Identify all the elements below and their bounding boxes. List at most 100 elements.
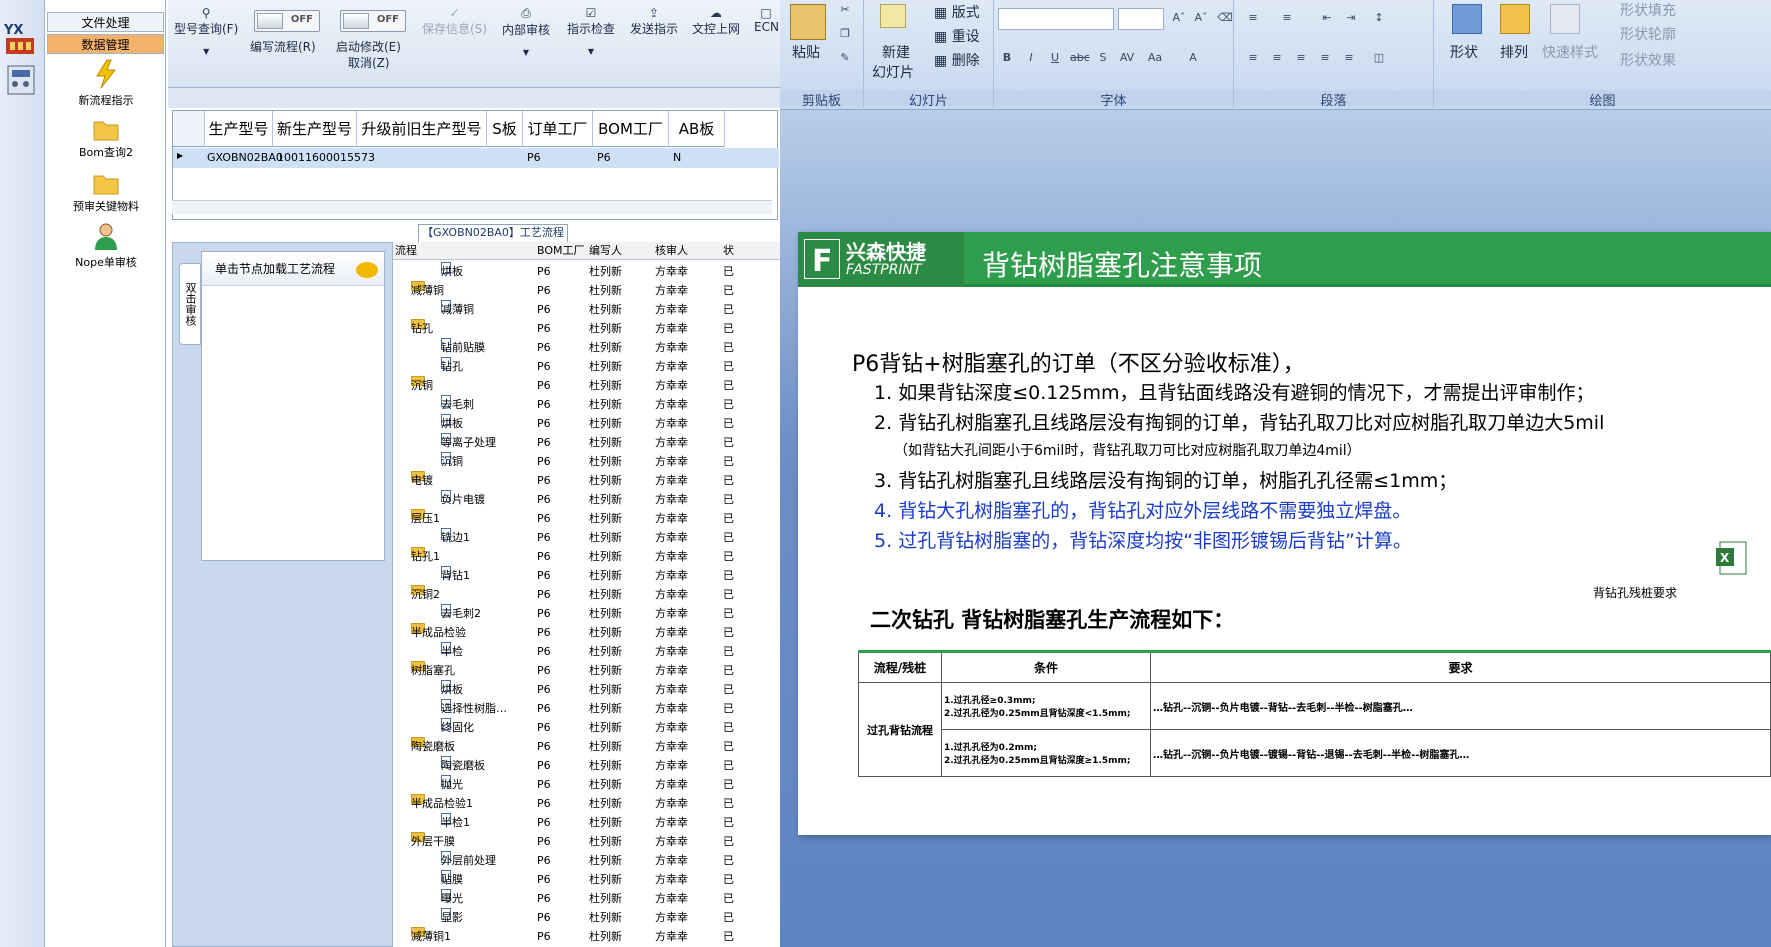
decrease-indent-icon[interactable]: ⇤ xyxy=(1318,10,1336,26)
start-edit-toggle[interactable]: OFF xyxy=(340,10,406,32)
tree-row[interactable]: 钻前贴膜 P6 杜列新 方幸幸已 xyxy=(393,338,781,357)
italic-icon[interactable]: I xyxy=(1022,50,1040,66)
new-slide-label[interactable]: 幻灯片 xyxy=(872,62,914,82)
column-header[interactable]: 生产型号 xyxy=(205,111,273,147)
yx-logo-icon[interactable]: YX xyxy=(3,20,38,56)
format-painter-icon[interactable]: ✎ xyxy=(836,50,854,66)
line-spacing-icon[interactable]: ↕ xyxy=(1370,10,1388,26)
increase-indent-icon[interactable]: ⇥ xyxy=(1342,10,1360,26)
tree-row[interactable]: -树脂塞孔P6杜列新方幸幸已 xyxy=(393,661,781,680)
distribute-icon[interactable]: ≡ xyxy=(1340,50,1358,66)
arrange-icon[interactable] xyxy=(1500,4,1530,34)
new-slide-button[interactable]: 新建 xyxy=(882,42,910,62)
copy-icon[interactable]: ❐ xyxy=(836,26,854,42)
internal-review-button[interactable]: ⎙ 内部审核 ▼ xyxy=(502,6,550,57)
font-color-icon[interactable]: A xyxy=(1184,50,1202,66)
tree-row[interactable]: -半成品检验P6杜列新方幸幸已 xyxy=(393,623,781,642)
tree-row[interactable]: 铣边1 P6 杜列新 方幸幸已 xyxy=(393,528,781,547)
bullets-icon[interactable]: ≡ xyxy=(1244,10,1262,26)
tree-row[interactable]: 烘板 P6 杜列新 方幸幸已 xyxy=(393,414,781,433)
reset-button[interactable]: ▦ 重设 xyxy=(934,26,980,46)
horizontal-scrollbar[interactable] xyxy=(172,200,772,214)
save-info-button[interactable]: ✓ 保存信息(S) xyxy=(422,6,487,37)
tree-row[interactable]: 显影 P6 杜列新 方幸幸已 xyxy=(393,908,781,927)
tree-row[interactable]: -钻孔1P6杜列新方幸幸已 xyxy=(393,547,781,566)
tree-row[interactable]: -沉铜P6杜列新方幸幸已 xyxy=(393,376,781,395)
tree-row[interactable]: -电镀P6杜列新方幸幸已 xyxy=(393,471,781,490)
check-button[interactable]: ☑ 指示检查 ▼ xyxy=(567,6,615,56)
nav-item-preaudit[interactable]: 预审关键物料 xyxy=(46,170,166,214)
align-center-icon[interactable]: ≡ xyxy=(1268,50,1286,66)
column-header[interactable]: S板 xyxy=(487,111,523,147)
node-header[interactable]: 单击节点加载工艺流程 xyxy=(202,252,384,286)
shape-button[interactable]: 形状 xyxy=(1450,42,1478,62)
tree-row[interactable]: -层压1P6杜列新方幸幸已 xyxy=(393,509,781,528)
column-header[interactable]: 编写人 xyxy=(589,242,622,260)
change-case-icon[interactable]: Aa xyxy=(1146,50,1164,66)
tree-row[interactable]: -减薄铜P6杜列新方幸幸已 xyxy=(393,281,781,300)
tree-row[interactable]: -半成品检验1P6杜列新方幸幸已 xyxy=(393,794,781,813)
upload-web-button[interactable]: ☁ 文控上网 xyxy=(692,6,740,37)
tree-row[interactable]: 烘板 P6 杜列新 方幸幸已 xyxy=(393,262,781,281)
numbering-icon[interactable]: ≡ xyxy=(1278,10,1296,26)
column-header[interactable]: BOM工厂 xyxy=(537,242,585,260)
tree-row[interactable]: -沉铜2P6杜列新方幸幸已 xyxy=(393,585,781,604)
tab-data-management[interactable]: 数据管理 xyxy=(47,34,164,54)
shrink-font-icon[interactable]: Aˇ xyxy=(1192,10,1210,26)
tree-row[interactable]: 负片电镀 P6 杜列新 方幸幸已 xyxy=(393,490,781,509)
tree-row[interactable]: -陶瓷磨板P6杜列新方幸幸已 xyxy=(393,737,781,756)
tree-row[interactable]: 外层前处理 P6 杜列新 方幸幸已 xyxy=(393,851,781,870)
clear-format-icon[interactable]: ⌫ xyxy=(1216,10,1234,26)
tree-row[interactable]: -外层干膜P6杜列新方幸幸已 xyxy=(393,832,781,851)
shape-outline-button[interactable]: 形状轮廓 xyxy=(1620,24,1676,44)
underline-icon[interactable]: U xyxy=(1046,50,1064,66)
column-header[interactable]: 升级前旧生产型号 xyxy=(357,111,487,147)
tree-row[interactable]: 曝光 P6 杜列新 方幸幸已 xyxy=(393,889,781,908)
model-query-button[interactable]: ⚲ 型号查询(F) ▼ xyxy=(174,6,238,56)
nav-item-bom-query[interactable]: Bom查询2 xyxy=(46,116,166,160)
grow-font-icon[interactable]: Aˆ xyxy=(1170,10,1188,26)
shape-fill-button[interactable]: 形状填充 xyxy=(1620,0,1676,20)
quick-style-button[interactable]: 快速样式 xyxy=(1542,42,1598,62)
edit-flow-toggle[interactable]: OFF xyxy=(254,10,320,32)
columns-icon[interactable]: ◫ xyxy=(1370,50,1388,66)
cut-icon[interactable]: ✂ xyxy=(836,2,854,18)
excel-attachment-icon[interactable]: X xyxy=(1716,540,1750,576)
shape-effect-button[interactable]: 形状效果 xyxy=(1620,50,1676,70)
strikethrough-icon[interactable]: abc xyxy=(1070,50,1090,66)
column-header[interactable]: AB板 xyxy=(669,111,725,147)
arrange-button[interactable]: 排列 xyxy=(1500,42,1528,62)
calculator-icon[interactable] xyxy=(6,64,36,99)
tree-row[interactable]: 等离子处理 P6 杜列新 方幸幸已 xyxy=(393,433,781,452)
quick-style-icon[interactable] xyxy=(1550,4,1580,34)
slide[interactable]: F 兴森快捷 FASTPRINT 背钻树脂塞孔注意事项 P6背钻+树脂塞孔的订单… xyxy=(798,232,1771,835)
column-header[interactable]: BOM工厂 xyxy=(593,111,669,147)
tree-row[interactable]: 终固化 P6 杜列新 方幸幸已 xyxy=(393,718,781,737)
tree-row[interactable]: 钻孔 P6 杜列新 方幸幸已 xyxy=(393,357,781,376)
new-slide-icon[interactable] xyxy=(880,4,906,28)
column-header[interactable]: 流程 xyxy=(395,242,417,260)
shape-icon[interactable] xyxy=(1452,4,1482,34)
paste-button[interactable]: 粘贴 xyxy=(792,42,820,62)
column-header[interactable]: 新生产型号 xyxy=(273,111,357,147)
tree-row[interactable]: 半检1 P6 杜列新 方幸幸已 xyxy=(393,813,781,832)
send-button[interactable]: ⇪ 发送指示 xyxy=(630,6,678,37)
tree-row[interactable]: 陶瓷磨板 P6 杜列新 方幸幸已 xyxy=(393,756,781,775)
shadow-icon[interactable]: S xyxy=(1094,50,1112,66)
bold-icon[interactable]: B xyxy=(998,50,1016,66)
delete-button[interactable]: ▦ 删除 xyxy=(934,50,980,70)
tree-row[interactable]: -钻孔P6杜列新方幸幸已 xyxy=(393,319,781,338)
tree-row[interactable]: 减薄铜 P6 杜列新 方幸幸已 xyxy=(393,300,781,319)
column-header[interactable]: 状 xyxy=(723,242,734,260)
tree-row[interactable]: 沉铜 P6 杜列新 方幸幸已 xyxy=(393,452,781,471)
tree-row[interactable]: 去毛刺2 P6 杜列新 方幸幸已 xyxy=(393,604,781,623)
nav-item-new-flow[interactable]: 新流程指示 xyxy=(46,58,166,108)
align-left-icon[interactable]: ≡ xyxy=(1244,50,1262,66)
vertical-tab[interactable]: 双击审核 xyxy=(179,263,201,345)
font-name-select[interactable] xyxy=(998,8,1114,30)
font-size-select[interactable] xyxy=(1118,8,1164,30)
tree-row[interactable]: 抛光 P6 杜列新 方幸幸已 xyxy=(393,775,781,794)
justify-icon[interactable]: ≡ xyxy=(1316,50,1334,66)
tree-row[interactable]: 选择性树脂… P6 杜列新 方幸幸已 xyxy=(393,699,781,718)
tree-row[interactable]: 贴膜 P6 杜列新 方幸幸已 xyxy=(393,870,781,889)
